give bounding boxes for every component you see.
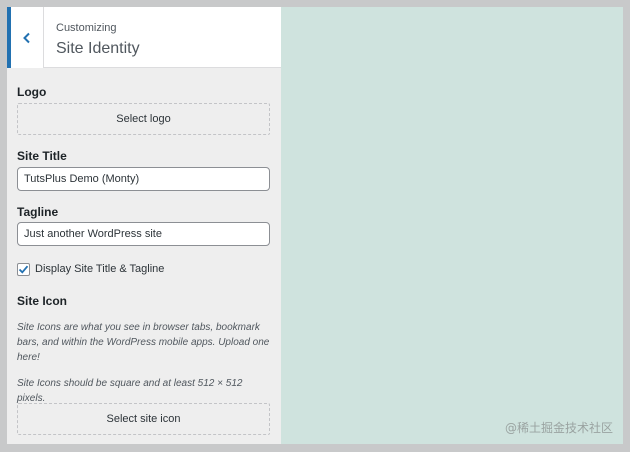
customizer-sidebar: Customizing Site Identity Logo Select lo… <box>7 7 281 444</box>
tagline-label: Tagline <box>17 205 59 219</box>
display-title-tagline-option[interactable]: Display Site Title & Tagline <box>17 262 164 276</box>
watermark: @稀土掘金技术社区 <box>504 421 613 435</box>
site-icon-size-note: Site Icons should be square and at least… <box>17 378 243 404</box>
breadcrumb: Customizing <box>56 22 117 34</box>
chevron-left-icon <box>22 32 32 44</box>
display-title-tagline-label: Display Site Title & Tagline <box>35 263 165 275</box>
section-header: Customizing Site Identity <box>7 7 281 68</box>
display-title-tagline-checkbox[interactable] <box>17 262 30 276</box>
site-icon-label: Site Icon <box>17 294 68 308</box>
site-icon-description: Site Icons are what you see in browser t… <box>17 322 270 363</box>
section-title: Site Identity <box>56 40 140 57</box>
preview-area <box>281 7 623 444</box>
back-button[interactable] <box>7 7 44 68</box>
select-site-icon-button[interactable]: Select site icon <box>17 403 270 435</box>
select-logo-button[interactable]: Select logo <box>17 103 270 135</box>
customizer-window: Customizing Site Identity Logo Select lo… <box>7 7 623 444</box>
logo-label: Logo <box>17 85 47 99</box>
site-title-input[interactable] <box>17 167 270 191</box>
tagline-input[interactable] <box>17 222 270 246</box>
checkmark-icon <box>18 265 29 274</box>
site-title-label: Site Title <box>17 149 67 163</box>
